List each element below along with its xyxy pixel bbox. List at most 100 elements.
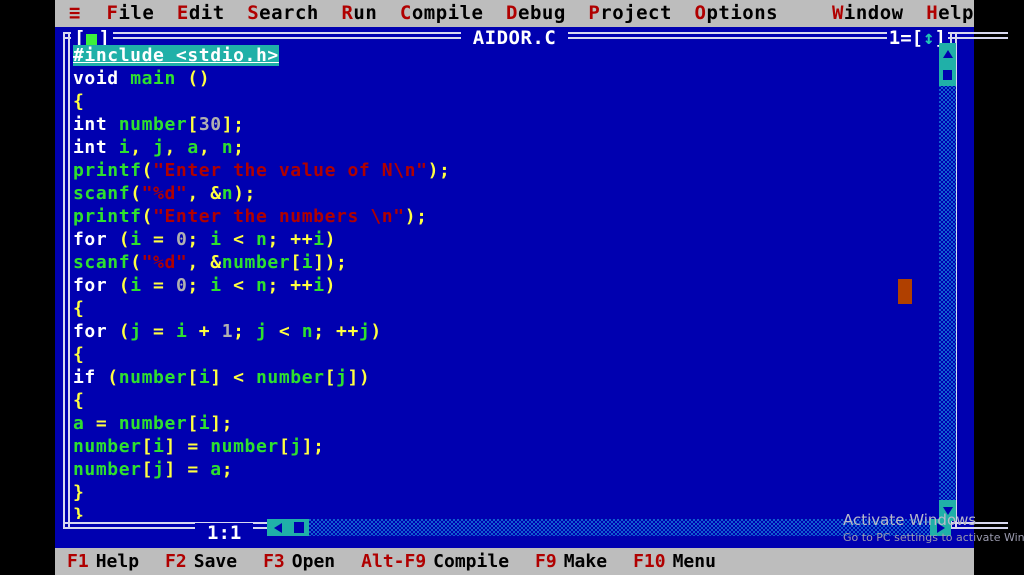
scroll-left-arrow-icon[interactable] [267,519,288,536]
status-bar-item-menu[interactable]: F10 Menu [633,550,716,572]
window-frame-left [63,32,65,529]
code-token: number [118,367,188,388]
code-token: a [187,137,199,158]
code-token: n [221,183,234,204]
menu-item-edit[interactable]: Edit [177,4,225,23]
code-token: number [256,367,325,388]
code-token: , & [187,183,222,204]
horizontal-scrollbar-thumb[interactable] [288,519,309,536]
code-token: ( [107,275,131,296]
code-token: ) [370,321,382,342]
code-token: i [153,436,165,457]
menu-item-options[interactable]: Options [695,4,779,23]
code-token: = [175,459,211,480]
code-token: a [73,413,85,434]
menu-item-window[interactable]: Window [832,4,904,23]
system-menu-icon[interactable]: ≡ [69,4,80,23]
status-bar-item-help[interactable]: F1 Help [67,550,140,572]
code-editor-text-area[interactable]: #include <stdio.h> void main (){int numbe… [73,44,941,519]
code-line: for (j = i + 1; j < n; ++j) [73,320,941,343]
status-bar-item-compile[interactable]: Alt-F9 Compile [361,552,509,571]
triangle-up-icon [942,49,953,58]
scroll-right-arrow-icon[interactable] [930,519,951,536]
code-line: printf("Enter the numbers \n"); [73,205,941,228]
menu-hotkey-compile: C [399,2,412,24]
menu-item-file[interactable]: File [107,4,155,23]
code-line: } [73,481,941,504]
code-token: i [130,229,142,250]
status-bar: F1 Help F2 Save F3 Open Alt-F9 Compile F9 Make F10… [55,548,974,575]
code-token: "Enter the numbers \n" [153,206,405,227]
code-token: + [187,321,222,342]
code-token: ] [164,436,176,457]
code-token: j [130,321,142,342]
status-bar-item-open[interactable]: F3 Open [263,552,335,571]
code-line: scanf("%d", &n); [73,182,941,205]
code-token: [ [187,413,199,434]
code-token: { [73,344,85,365]
code-token: [ [290,252,302,273]
code-token: ] [164,459,176,480]
code-token: ; [221,459,234,480]
code-token: = [141,229,176,250]
menu-label-compile: ompile [411,2,484,24]
code-line: number[j] = a; [73,458,941,481]
code-token: < [221,229,256,250]
code-token: i [175,321,188,342]
code-token: number [210,436,279,457]
horizontal-scrollbar[interactable] [267,519,951,536]
status-key: F1 [67,550,89,572]
code-token: j [336,367,348,388]
code-token: () [187,68,211,89]
code-token: ( [107,321,131,342]
vertical-scrollbar[interactable] [939,43,956,521]
code-line: { [73,343,941,366]
code-token: scanf [73,252,131,273]
code-token: j [153,459,165,480]
vertical-scrollbar-thumb[interactable] [939,64,956,86]
code-token: ) [324,275,337,296]
code-token: ( [95,367,119,388]
menu-hotkey-window: W [831,2,844,24]
menu-item-help[interactable]: Help [926,4,974,23]
menu-hotkey-options: O [694,2,707,24]
code-token: i [313,229,325,250]
code-line: scanf("%d", &number[i]); [73,251,941,274]
menu-label-debug: ebug [518,2,566,24]
code-token: } [73,505,85,519]
code-line: printf("Enter the value of N\n"); [73,159,941,182]
code-token: "%d" [141,252,188,273]
code-token: < [267,321,302,342]
menu-item-search[interactable]: Search [247,4,319,23]
menu-label-edit: dit [188,2,225,24]
menu-item-debug[interactable]: Debug [506,4,566,23]
menu-label-options: ptions [706,2,779,24]
status-label: Help [95,550,140,572]
code-token: ( [141,160,154,181]
menu-label-run: un [353,2,378,24]
code-token: number [118,114,188,135]
code-line: int number[30]; [73,113,941,136]
menu-label-window: indow [843,2,904,24]
code-token: ; ++ [267,229,314,250]
code-token: i [198,367,211,388]
code-line: a = number[i]; [73,412,941,435]
status-label: Menu [672,550,716,572]
scroll-down-arrow-icon[interactable] [939,500,956,521]
code-line: #include <stdio.h> [73,44,941,67]
menu-item-project[interactable]: Project [588,4,672,23]
status-bar-item-save[interactable]: F2 Save [165,552,237,571]
code-token: ( [141,206,154,227]
thumb-box-icon [293,522,304,533]
menu-item-run[interactable]: Run [341,4,377,23]
status-bar-item-make[interactable]: F9 Make [535,552,607,571]
scroll-up-arrow-icon[interactable] [939,43,956,64]
code-token: < [221,367,256,388]
menu-label-project: roject [600,2,672,24]
menu-hotkey-search: S [247,2,260,24]
text-cursor-block [898,279,912,304]
cursor-position-indicator: 1:1 [195,523,254,543]
window-frame-top-2 [63,37,1008,39]
menu-item-compile[interactable]: Compile [400,4,484,23]
triangle-left-icon [273,522,282,533]
